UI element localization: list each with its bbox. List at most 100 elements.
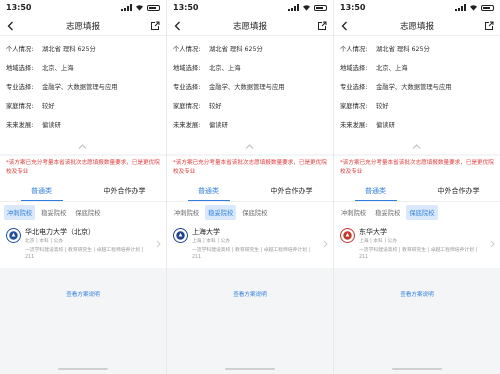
chip-rush[interactable]: 冲刺院校 — [171, 205, 202, 220]
info-row-region: 地域选择: 北京、上海 — [173, 58, 327, 77]
info-value: 北京、上海 — [376, 65, 408, 72]
school-meta: 上海 | 本科 | 公办 — [192, 239, 231, 244]
home-indicator — [58, 368, 108, 370]
info-row-major: 专业选择: 金融学、大数据管理与应用 — [173, 77, 327, 96]
chip-rush[interactable]: 冲刺院校 — [338, 205, 369, 220]
tier-tabs: 冲刺院校 稳妥院校 保底院校 — [334, 202, 500, 222]
info-value: 金融学、大数据管理与应用 — [42, 84, 118, 91]
nav-bar: 志愿填报 — [167, 16, 333, 36]
school-tags: 一流学科建设高校 | 教育研究生 | 卓越工程师培养计划 | 211 — [192, 248, 311, 260]
info-label: 家庭情况: — [340, 103, 368, 110]
school-meta: 上海 | 本科 | 公办 — [359, 239, 398, 244]
status-icons — [288, 4, 327, 11]
info-label: 专业选择: — [340, 84, 368, 91]
chip-safe[interactable]: 保底院校 — [239, 205, 270, 220]
tier-tabs: 冲刺院校 稳妥院校 保底院校 — [167, 202, 333, 222]
notice-text: *该方案已充分考量本省该批次志愿填报数量要求，已是更优院校及专业 — [0, 156, 166, 180]
chip-safe[interactable]: 保底院校 — [72, 205, 103, 220]
chevron-right-icon — [323, 240, 328, 248]
info-label: 家庭情况: — [6, 103, 34, 110]
school-card[interactable]: 东华大学 上海 | 本科 | 公办 一流学科建设高校 | 教育研究生 | 卓越工… — [334, 222, 500, 268]
info-label: 地域选择: — [340, 65, 368, 72]
tab-sino-foreign[interactable]: 中外合作办学 — [83, 180, 166, 201]
info-value: 偏读研 — [209, 122, 228, 129]
school-logo-icon — [340, 228, 355, 243]
info-value: 偏读研 — [376, 122, 395, 129]
share-icon[interactable] — [150, 21, 160, 31]
battery-icon — [147, 4, 160, 11]
chip-steady[interactable]: 稳妥院校 — [372, 205, 403, 220]
phone-screen-2: 13:50 志愿填报 个人情况: 湖北省 理科 625分 地域选择: 北京、上海 专… — [167, 0, 333, 374]
share-icon[interactable] — [317, 21, 327, 31]
share-icon[interactable] — [484, 21, 494, 31]
chip-rush[interactable]: 冲刺院校 — [4, 204, 36, 220]
info-value: 北京、上海 — [42, 65, 74, 72]
info-label: 个人情况: — [6, 46, 34, 53]
info-label: 地域选择: — [173, 65, 201, 72]
type-tabs: 普通类 中外合作办学 — [0, 180, 166, 202]
profile-info: 个人情况: 湖北省 理科 625分 地域选择: 北京、上海 专业选择: 金融学、大数据… — [167, 36, 333, 140]
info-label: 未来发展: — [6, 122, 34, 129]
tab-general[interactable]: 普通类 — [167, 180, 250, 201]
collapse-toggle[interactable] — [167, 140, 333, 154]
chip-steady[interactable]: 稳妥院校 — [38, 205, 69, 220]
info-value: 金融学、大数据管理与应用 — [209, 84, 285, 91]
active-tab-underline — [21, 199, 63, 201]
school-card[interactable]: 华北电力大学（北京） 北京 | 本科 | 公办 一流学科建设高校 | 教育研究生… — [0, 222, 166, 268]
tab-general[interactable]: 普通类 — [0, 180, 83, 201]
battery-icon — [314, 4, 327, 11]
view-plan-link[interactable]: 查看方案说明 — [334, 290, 500, 298]
school-name: 东华大学 — [359, 228, 387, 236]
status-time: 13:50 — [173, 3, 199, 12]
chip-safe[interactable]: 保底院校 — [406, 204, 438, 220]
page-title: 志愿填报 — [232, 22, 267, 32]
school-name: 华北电力大学（北京） — [25, 228, 95, 236]
school-tags: 一流学科建设高校 | 教育研究生 | 卓越工程师培养计划 | 211 — [359, 248, 478, 260]
info-row-family: 家庭情况: 较好 — [173, 96, 327, 115]
type-tabs: 普通类 中外合作办学 — [334, 180, 500, 202]
school-name: 上海大学 — [192, 228, 220, 236]
school-logo-icon — [173, 228, 188, 243]
chip-steady[interactable]: 稳妥院校 — [205, 204, 237, 220]
info-label: 个人情况: — [340, 46, 368, 53]
school-meta: 北京 | 本科 | 公办 — [25, 239, 64, 244]
collapse-toggle[interactable] — [0, 140, 166, 154]
chevron-right-icon — [490, 240, 495, 248]
phone-screen-3: 13:50 志愿填报 个人情况: 湖北省 理科 625分 地域选择: 北京、上海 专… — [334, 0, 500, 374]
school-tags: 一流学科建设高校 | 教育研究生 | 卓越工程师培养计划 | 211 — [25, 248, 144, 260]
info-label: 个人情况: — [173, 46, 201, 53]
view-plan-link[interactable]: 查看方案说明 — [167, 290, 333, 298]
chevron-up-icon — [412, 144, 421, 149]
school-logo-icon — [6, 228, 21, 243]
active-tab-underline — [188, 199, 230, 201]
wifi-icon — [303, 5, 310, 11]
status-time: 13:50 — [6, 3, 32, 12]
notice-text: *该方案已充分考量本省该批次志愿填报数量要求，已是更优院校及专业 — [334, 156, 500, 180]
view-plan-link[interactable]: 查看方案说明 — [0, 290, 166, 298]
page-title: 志愿填报 — [399, 22, 434, 32]
school-card[interactable]: 上海大学 上海 | 本科 | 公办 一流学科建设高校 | 教育研究生 | 卓越工… — [167, 222, 333, 268]
status-bar: 13:50 — [167, 0, 333, 16]
signal-icon — [288, 4, 299, 11]
tier-tabs: 冲刺院校 稳妥院校 保底院校 — [0, 202, 166, 222]
tab-general[interactable]: 普通类 — [334, 180, 417, 201]
info-label: 家庭情况: — [173, 103, 201, 110]
info-label: 未来发展: — [173, 122, 201, 129]
info-row-major: 专业选择: 金融学、大数据管理与应用 — [340, 77, 494, 96]
status-icons — [455, 4, 494, 11]
home-indicator — [392, 368, 442, 370]
tab-sino-foreign[interactable]: 中外合作办学 — [250, 180, 333, 201]
info-label: 未来发展: — [340, 122, 368, 129]
info-row-major: 专业选择: 金融学、大数据管理与应用 — [6, 77, 160, 96]
info-label: 专业选择: — [173, 84, 201, 91]
tab-sino-foreign[interactable]: 中外合作办学 — [417, 180, 500, 201]
active-tab-underline — [355, 199, 397, 201]
info-value: 北京、上海 — [209, 65, 241, 72]
collapse-toggle[interactable] — [334, 140, 500, 154]
profile-info: 个人情况: 湖北省 理科 625分 地域选择: 北京、上海 专业选择: 金融学、大数据… — [0, 36, 166, 140]
chevron-right-icon — [156, 240, 161, 248]
status-icons — [121, 4, 160, 11]
info-label: 专业选择: — [6, 84, 34, 91]
wifi-icon — [136, 5, 143, 11]
type-tabs: 普通类 中外合作办学 — [167, 180, 333, 202]
